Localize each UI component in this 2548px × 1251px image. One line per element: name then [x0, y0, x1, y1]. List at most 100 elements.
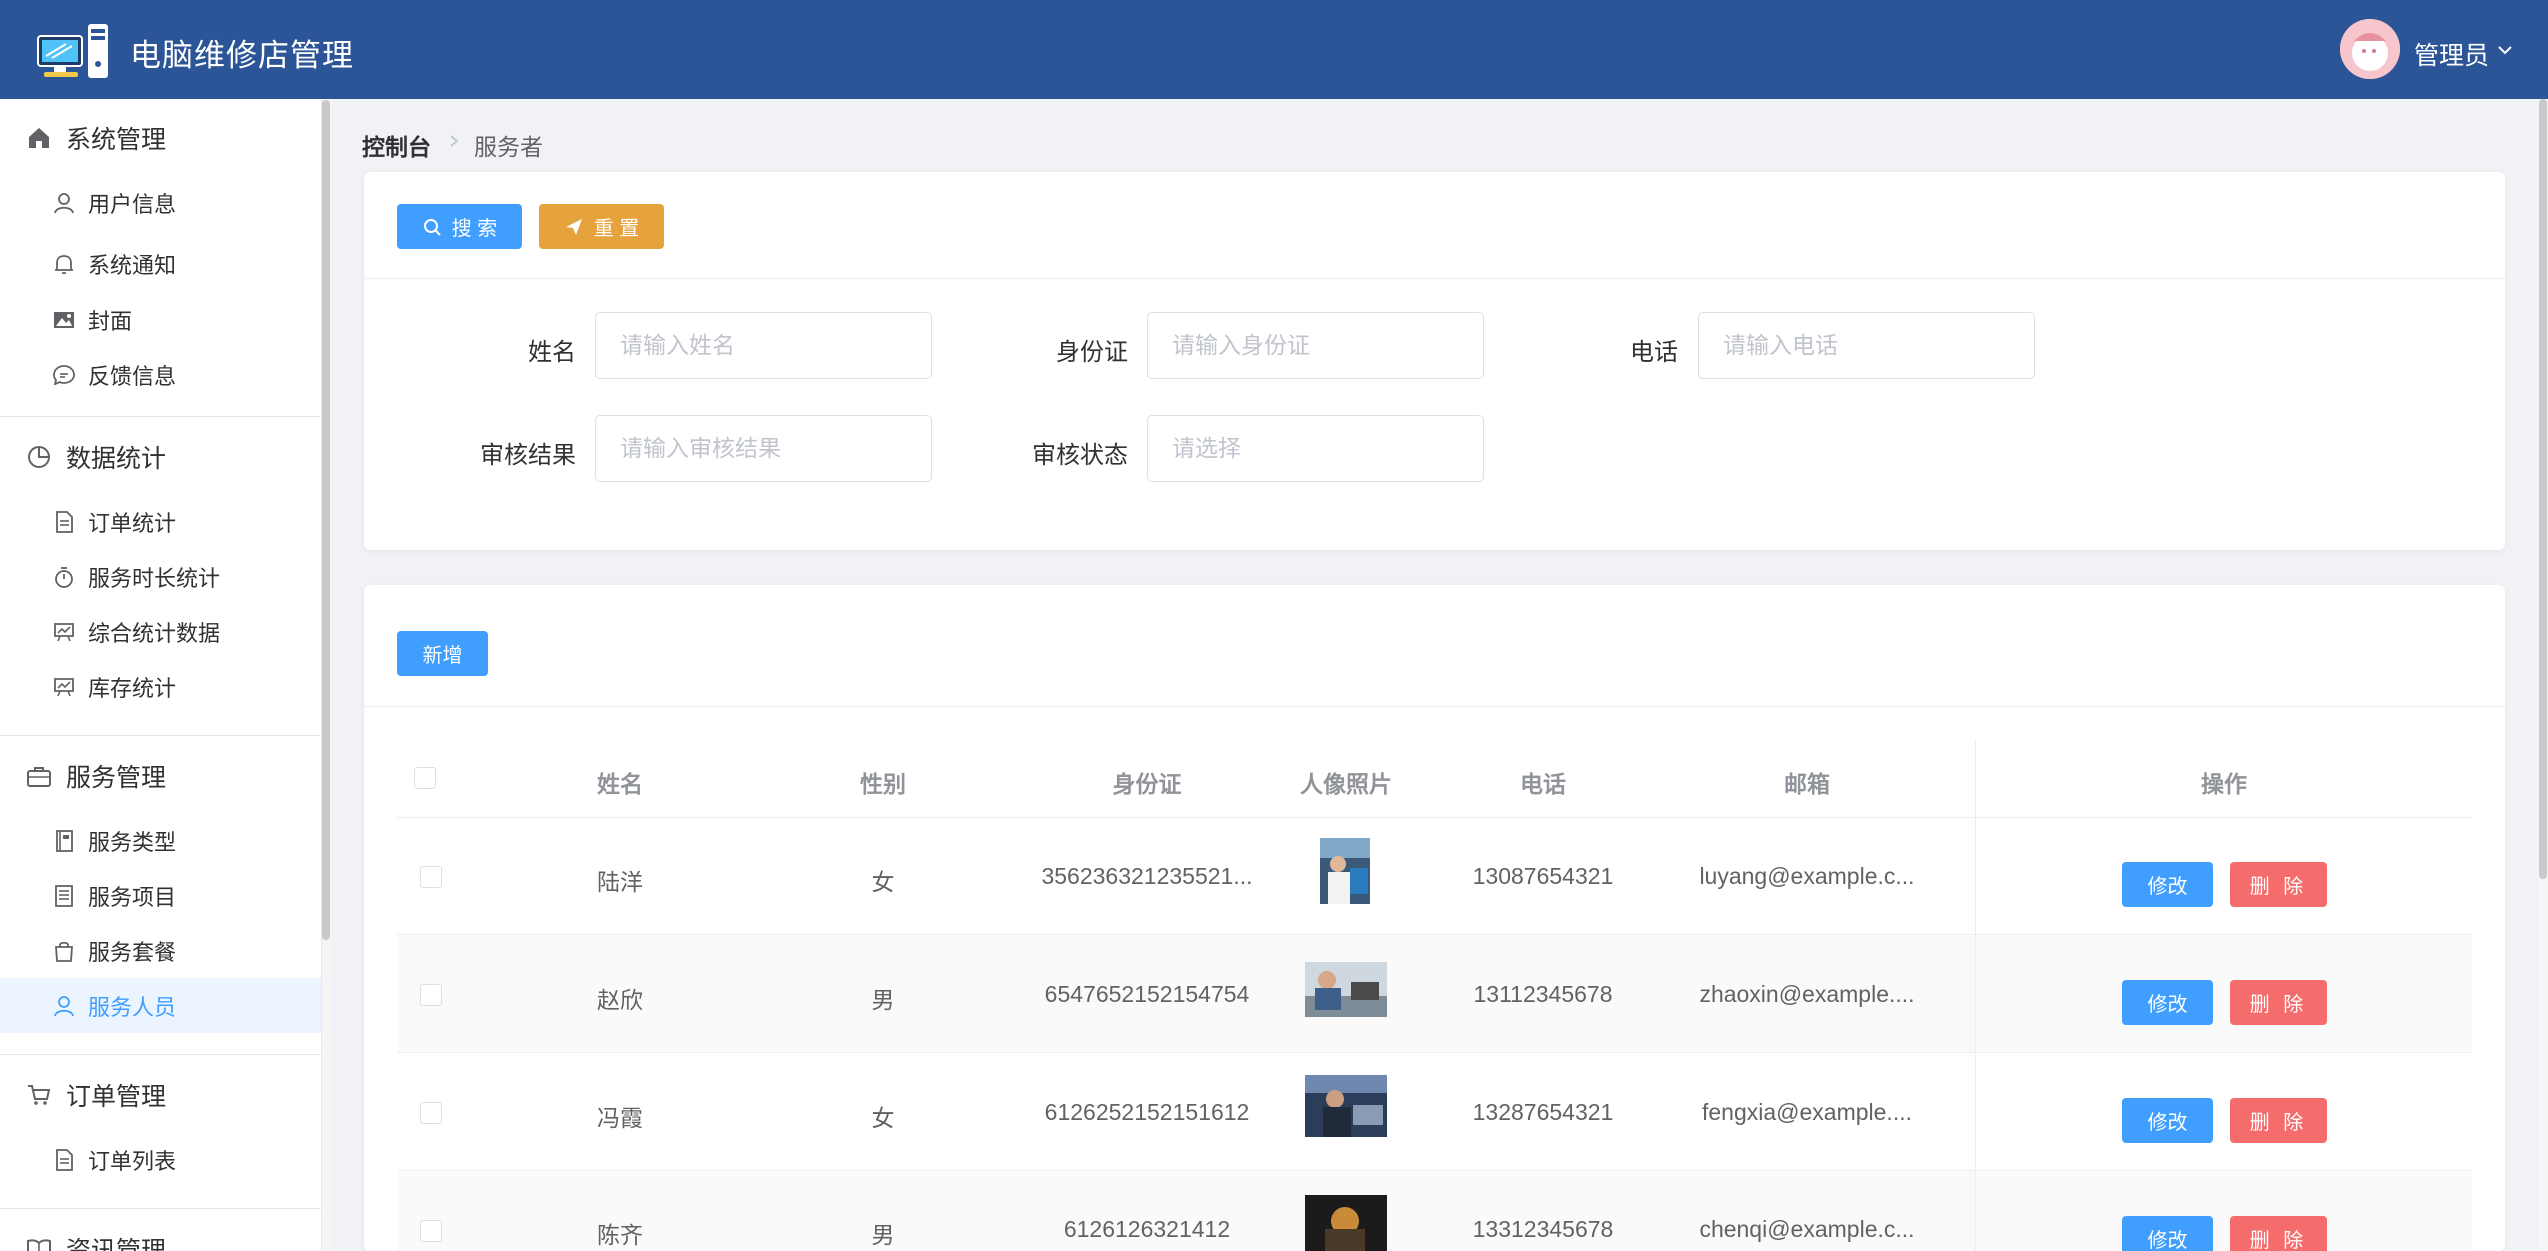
sidebar-item-service-type[interactable]: 服务类型: [0, 813, 321, 868]
row-checkbox[interactable]: [420, 984, 442, 1006]
edit-button[interactable]: 修改: [2122, 862, 2213, 907]
sidebar-group-news[interactable]: 资讯管理: [0, 1218, 321, 1251]
portrait-photo[interactable]: [1305, 962, 1387, 1017]
edit-button[interactable]: 修改: [2122, 980, 2213, 1025]
sidebar-group-label: 服务管理: [66, 764, 167, 792]
sidebar-item-label: 封面: [88, 308, 133, 334]
sidebar-scrollbar-thumb[interactable]: [322, 100, 330, 940]
row-checkbox[interactable]: [420, 1220, 442, 1242]
select-all-checkbox[interactable]: [414, 767, 436, 789]
row-checkbox[interactable]: [420, 866, 442, 888]
cell-name: 赵欣: [597, 987, 643, 1013]
sidebar-item-order-list[interactable]: 订单列表: [0, 1132, 321, 1187]
user-avatar[interactable]: [2340, 19, 2400, 79]
portrait-image: [1305, 1075, 1387, 1137]
stopwatch-icon: [55, 566, 73, 588]
sidebar-item-label: 订单列表: [88, 1148, 177, 1174]
cell-name: 陆洋: [597, 869, 643, 895]
sidebar-item-service-project[interactable]: 服务项目: [0, 868, 321, 923]
sidebar-item-service-staff[interactable]: 服务人员: [0, 978, 321, 1033]
sidebar-item-order-stats[interactable]: 订单统计: [0, 494, 321, 549]
sidebar-item-feedback[interactable]: 反馈信息: [0, 347, 321, 402]
sidebar-item-label: 系统通知: [88, 252, 177, 278]
column-header-gender[interactable]: 性别: [803, 765, 963, 799]
delete-button[interactable]: 删 除: [2230, 1216, 2327, 1251]
sidebar-group-order[interactable]: 订单管理: [0, 1064, 321, 1126]
sidebar-group-service[interactable]: 服务管理: [0, 745, 321, 807]
filter-phone-input[interactable]: [1698, 312, 2035, 379]
sidebar-group-label: 系统管理: [66, 126, 167, 154]
search-icon: [423, 218, 441, 236]
user-name[interactable]: 管理员: [2414, 36, 2489, 72]
cart-icon: [28, 1085, 51, 1105]
filter-review-result-input[interactable]: [595, 415, 932, 482]
filter-name-input[interactable]: [595, 312, 932, 379]
portrait-photo[interactable]: [1305, 1075, 1387, 1137]
data-board-icon: [54, 622, 74, 641]
sidebar-item-user-info[interactable]: 用户信息: [0, 175, 321, 230]
sidebar-divider: [0, 1208, 321, 1209]
chevron-right-icon: [450, 135, 459, 147]
filter-review-status-select[interactable]: [1147, 415, 1484, 482]
home-icon: [29, 128, 49, 148]
column-header-photo[interactable]: 人像照片: [1286, 765, 1406, 799]
cell-email: fengxia@example....: [1701, 1099, 1912, 1125]
page-scrollbar-thumb[interactable]: [2539, 99, 2547, 879]
column-header-id-card[interactable]: 身份证: [1027, 765, 1267, 799]
filter-id-card-input[interactable]: [1147, 312, 1484, 379]
filter-review-status-label: 审核状态: [1032, 442, 1128, 469]
sidebar-item-label: 服务套餐: [88, 939, 177, 965]
column-header-phone[interactable]: 电话: [1423, 765, 1663, 799]
add-button[interactable]: 新增: [397, 631, 488, 676]
briefcase-icon: [27, 767, 51, 787]
portrait-photo[interactable]: [1320, 838, 1370, 904]
list-icon: [55, 884, 73, 907]
sidebar-item-stock-stats[interactable]: 库存统计: [0, 659, 321, 714]
edit-button[interactable]: 修改: [2122, 1216, 2213, 1251]
sidebar-item-service-package[interactable]: 服务套餐: [0, 923, 321, 978]
bell-icon: [55, 254, 73, 274]
notebook-icon: [56, 829, 73, 852]
row-checkbox[interactable]: [420, 1102, 442, 1124]
edit-button[interactable]: 修改: [2122, 1098, 2213, 1143]
cell-email: luyang@example.c...: [1699, 863, 1915, 889]
sidebar-item-notice[interactable]: 系统通知: [0, 236, 321, 291]
filter-review-result-label: 审核结果: [480, 442, 576, 469]
pie-chart-icon: [28, 446, 50, 468]
filter-id-card-label: 身份证: [1056, 339, 1128, 366]
sidebar-item-label: 反馈信息: [88, 363, 177, 389]
sidebar: 系统管理 用户信息 系统通知 封面 反馈信息 数据统计 订单统计 服务时长统计 …: [0, 99, 322, 1251]
delete-button[interactable]: 删 除: [2230, 862, 2327, 907]
sidebar-group-system[interactable]: 系统管理: [0, 107, 321, 169]
breadcrumb-home[interactable]: 控制台: [362, 128, 431, 162]
cell-gender: 男: [871, 1222, 895, 1248]
sidebar-group-label: 资讯管理: [66, 1237, 167, 1251]
sidebar-item-service-duration[interactable]: 服务时长统计: [0, 549, 321, 604]
sidebar-item-label: 服务项目: [88, 884, 177, 910]
reset-button-label: 重 置: [593, 218, 640, 240]
avatar-face-icon: [2340, 19, 2400, 79]
search-button[interactable]: 搜 索: [397, 204, 522, 249]
column-header-name[interactable]: 姓名: [540, 765, 700, 799]
picture-icon: [54, 311, 74, 328]
column-header-email[interactable]: 邮箱: [1687, 765, 1927, 799]
cell-email: zhaoxin@example....: [1699, 981, 1915, 1007]
user-icon: [54, 995, 74, 1016]
portrait-photo[interactable]: [1305, 1195, 1387, 1251]
cell-id-card: 6126252152151612: [1044, 1099, 1250, 1125]
breadcrumb-current: 服务者: [474, 134, 543, 160]
reset-button[interactable]: 重 置: [539, 204, 664, 249]
sidebar-item-cover[interactable]: 封面: [0, 292, 321, 347]
delete-button[interactable]: 删 除: [2230, 980, 2327, 1025]
sidebar-group-label: 订单管理: [66, 1083, 167, 1111]
cell-name: 陈齐: [597, 1222, 643, 1248]
sidebar-divider: [0, 416, 321, 417]
portrait-image: [1305, 962, 1387, 1017]
sidebar-item-overall-stats[interactable]: 综合统计数据: [0, 604, 321, 659]
chevron-down-icon[interactable]: [2496, 41, 2514, 59]
chat-icon: [53, 364, 75, 385]
cell-gender: 男: [871, 987, 895, 1013]
sidebar-group-stats[interactable]: 数据统计: [0, 426, 321, 488]
delete-button[interactable]: 删 除: [2230, 1098, 2327, 1143]
top-header: 电脑维修店管理 管理员: [0, 0, 2548, 99]
